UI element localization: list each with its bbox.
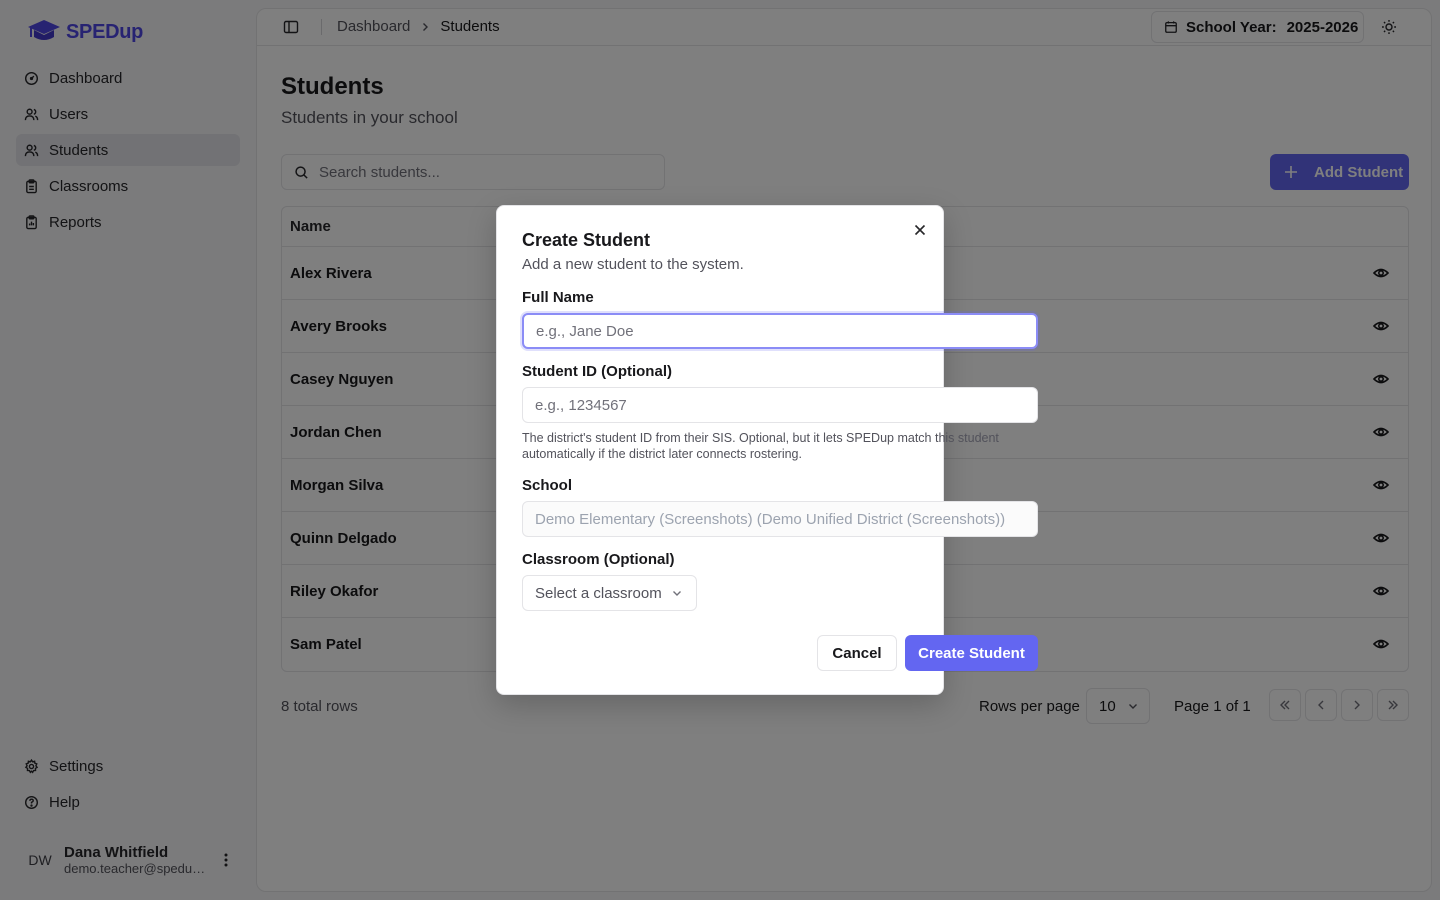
close-icon[interactable] — [912, 222, 928, 238]
student-id-input[interactable] — [522, 387, 1038, 423]
classroom-select[interactable]: Select a classroom — [522, 575, 697, 611]
create-student-button[interactable]: Create Student — [905, 635, 1038, 671]
cancel-button[interactable]: Cancel — [817, 635, 897, 671]
full-name-input[interactable] — [522, 313, 1038, 349]
school-value: Demo Elementary (Screenshots) (Demo Unif… — [535, 510, 1006, 528]
dialog-description: Add a new student to the system. — [522, 256, 744, 273]
dialog-title: Create Student — [522, 230, 651, 250]
student-id-hint: The district's student ID from their SIS… — [522, 431, 999, 461]
classroom-placeholder: Select a classroom — [535, 584, 662, 602]
classroom-label: Classroom (Optional) — [522, 551, 675, 568]
full-name-label: Full Name — [522, 289, 594, 306]
chevron-down-icon — [672, 591, 681, 596]
school-label: School — [522, 477, 573, 494]
create-student-dialog: Create Student Add a new student to the … — [496, 205, 1038, 695]
student-id-label: Student ID (Optional) — [522, 363, 672, 380]
school-field: Demo Elementary (Screenshots) (Demo Unif… — [522, 501, 1038, 537]
